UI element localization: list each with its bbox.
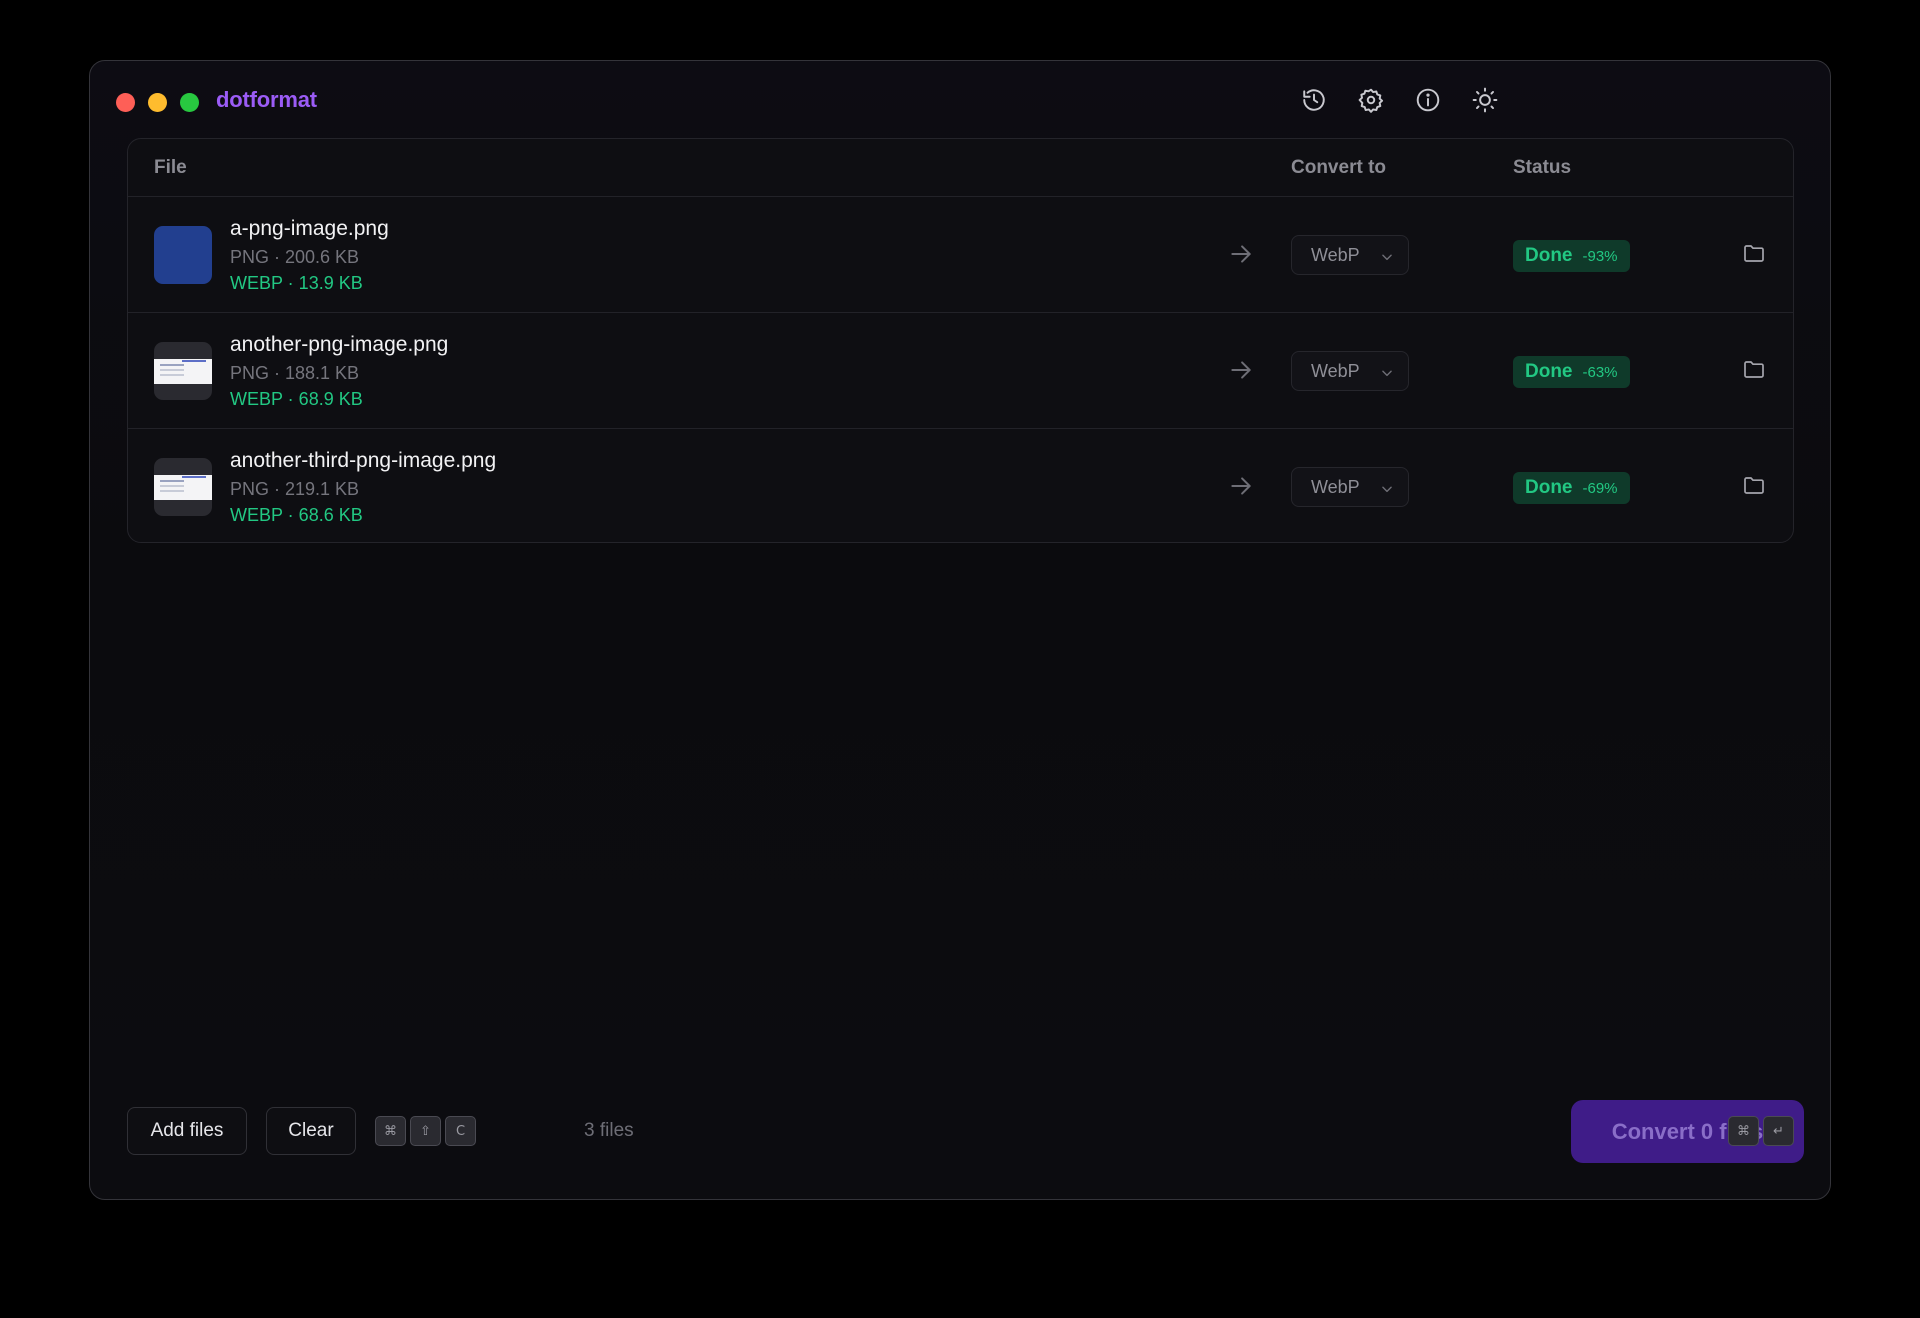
folder-icon[interactable]: [1742, 357, 1766, 381]
status-text: Done: [1525, 245, 1573, 266]
format-select[interactable]: WebP: [1291, 351, 1409, 391]
file-thumbnail: [154, 226, 212, 284]
arrow-right-icon: [1231, 477, 1251, 495]
folder-icon[interactable]: [1742, 473, 1766, 497]
info-icon[interactable]: [1413, 85, 1443, 115]
file-source-info: PNG · 188.1 KB: [230, 363, 360, 383]
format-select-value: WebP: [1311, 245, 1360, 265]
chevron-down-icon: [1382, 486, 1392, 493]
file-thumbnail: [154, 342, 212, 400]
status-badge: Done -93%: [1513, 240, 1630, 272]
file-output-info: WEBP · 68.6 KB: [230, 505, 363, 525]
file-name: a-png-image.png: [230, 217, 389, 240]
status-text: Done: [1525, 361, 1573, 382]
table-row[interactable]: another-png-image.png PNG · 188.1 KB WEB…: [128, 313, 1793, 429]
minimize-window-button[interactable]: [148, 93, 167, 112]
format-select-value: WebP: [1311, 361, 1360, 381]
app-title: dotformat: [216, 87, 317, 112]
shortcut-key-enter: ↵: [1763, 1116, 1794, 1146]
table-header: File Convert to Status: [128, 139, 1793, 197]
column-header-convert-to: Convert to: [1291, 157, 1386, 178]
shortcut-key-shift: ⇧: [410, 1116, 441, 1146]
status-text: Done: [1525, 477, 1573, 498]
table-row[interactable]: another-third-png-image.png PNG · 219.1 …: [128, 429, 1793, 542]
file-thumbnail: [154, 458, 212, 516]
arrow-right-icon: [1231, 361, 1251, 379]
history-icon[interactable]: [1299, 85, 1329, 115]
file-output-info: WEBP · 13.9 KB: [230, 273, 363, 293]
shortcut-key-command: ⌘: [1728, 1116, 1759, 1146]
chevron-down-icon: [1382, 370, 1392, 377]
format-select-value: WebP: [1311, 477, 1360, 497]
size-reduction: -93%: [1582, 247, 1618, 265]
settings-icon[interactable]: [1356, 85, 1386, 115]
shortcut-key-c: C: [445, 1116, 476, 1146]
format-select[interactable]: WebP: [1291, 467, 1409, 507]
zoom-window-button[interactable]: [180, 93, 199, 112]
folder-icon[interactable]: [1742, 241, 1766, 265]
format-select[interactable]: WebP: [1291, 235, 1409, 275]
file-count: 3 files: [584, 1120, 634, 1141]
close-window-button[interactable]: [116, 93, 135, 112]
status-badge: Done -63%: [1513, 356, 1630, 388]
file-name: another-third-png-image.png: [230, 449, 497, 472]
column-header-status: Status: [1513, 157, 1572, 178]
status-badge: Done -69%: [1513, 472, 1630, 504]
size-reduction: -63%: [1582, 363, 1618, 381]
clear-button[interactable]: Clear: [266, 1107, 356, 1155]
app-window: dotformat File Convert to Status a-png-i…: [89, 60, 1831, 1200]
table-row[interactable]: a-png-image.png PNG · 200.6 KB WEBP · 13…: [128, 197, 1793, 313]
chevron-down-icon: [1382, 254, 1392, 261]
file-table: File Convert to Status a-png-image.png P…: [127, 138, 1794, 543]
file-name: another-png-image.png: [230, 333, 449, 356]
column-header-file: File: [154, 157, 187, 178]
add-files-button[interactable]: Add files: [127, 1107, 247, 1155]
arrow-right-icon: [1231, 245, 1251, 263]
theme-sun-icon[interactable]: [1470, 85, 1500, 115]
shortcut-key-command: ⌘: [375, 1116, 406, 1146]
file-source-info: PNG · 219.1 KB: [230, 479, 360, 499]
title-bar: dotformat: [90, 61, 1830, 137]
size-reduction: -69%: [1582, 479, 1618, 497]
file-output-info: WEBP · 68.9 KB: [230, 389, 363, 409]
file-source-info: PNG · 200.6 KB: [230, 247, 360, 267]
